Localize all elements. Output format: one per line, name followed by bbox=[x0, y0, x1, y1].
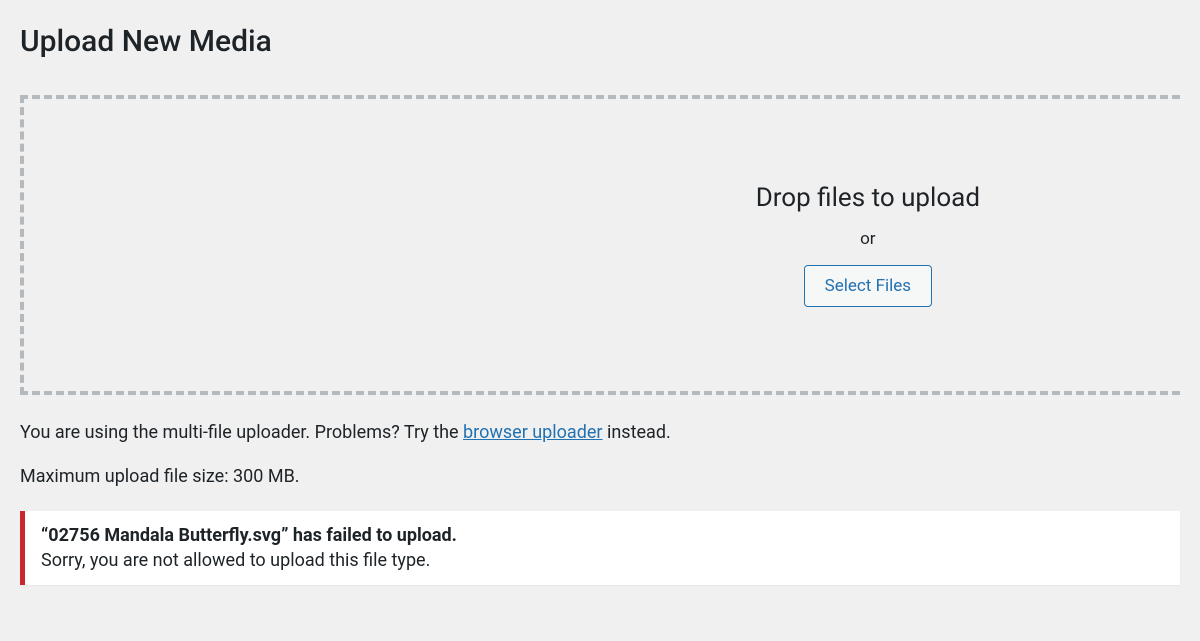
error-title: “02756 Mandala Butterfly.svg” has failed… bbox=[41, 525, 1164, 546]
browser-uploader-link[interactable]: browser uploader bbox=[463, 422, 602, 443]
max-upload-size: Maximum upload file size: 300 MB. bbox=[20, 466, 1180, 487]
dropzone-inner: Drop files to upload or Select Files bbox=[756, 183, 980, 307]
uploader-note-prefix: You are using the multi-file uploader. P… bbox=[20, 422, 463, 443]
uploader-note: You are using the multi-file uploader. P… bbox=[20, 419, 1180, 446]
media-upload-wrap: Upload New Media Drop files to upload or… bbox=[0, 0, 1200, 585]
page-title: Upload New Media bbox=[20, 20, 1180, 59]
dropzone[interactable]: Drop files to upload or Select Files bbox=[20, 95, 1180, 395]
drop-instructions: Drop files to upload bbox=[756, 183, 980, 213]
error-item: “02756 Mandala Butterfly.svg” has failed… bbox=[20, 511, 1180, 585]
error-list: “02756 Mandala Butterfly.svg” has failed… bbox=[20, 511, 1180, 585]
uploader-note-suffix: instead. bbox=[603, 422, 671, 443]
error-message: Sorry, you are not allowed to upload thi… bbox=[41, 550, 1164, 571]
or-text: or bbox=[756, 229, 980, 249]
select-files-button[interactable]: Select Files bbox=[804, 265, 932, 307]
